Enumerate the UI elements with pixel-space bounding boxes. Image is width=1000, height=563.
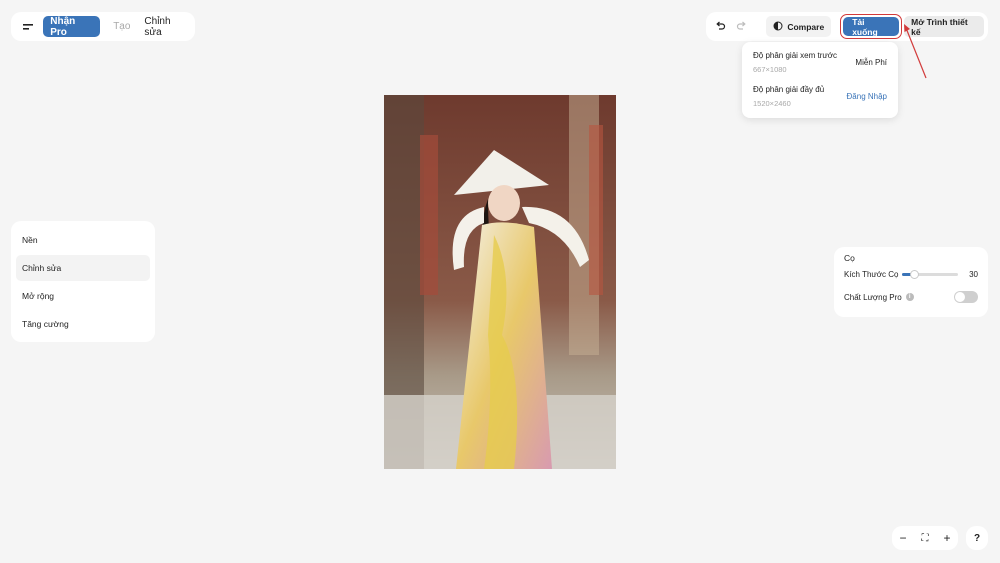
zoom-controls: − ⛶ + [892,526,958,550]
download-option-full[interactable]: Độ phân giải đầy đủ 1520×2460 Đăng Nhập [753,85,887,108]
option-title: Độ phân giải xem trước [753,51,837,60]
undo-icon[interactable] [710,16,731,38]
option-title: Độ phân giải đầy đủ [753,85,825,94]
annotation-arrow-icon [904,24,927,79]
top-left-toolbar: Nhận Pro Tạo Chỉnh sửa [11,12,195,41]
tab-edit[interactable]: Chỉnh sửa [144,16,189,38]
toggle-knob [955,292,965,302]
get-pro-button[interactable]: Nhận Pro [43,16,101,38]
sidebar-item-edit[interactable]: Chỉnh sửa [16,255,150,281]
top-right-toolbar: Compare Tải xuống Mở Trình thiết kế [706,12,988,41]
option-resolution: 667×1080 [753,65,787,74]
menu-icon[interactable] [17,16,38,38]
sidebar-item-enhance[interactable]: Tăng cường [16,311,150,337]
help-button[interactable]: ? [966,526,988,550]
redo-icon[interactable] [731,16,752,38]
option-resolution: 1520×2460 [753,99,791,108]
fit-screen-icon[interactable]: ⛶ [921,533,928,544]
pro-quality-toggle[interactable] [954,291,978,303]
brush-size-slider[interactable] [902,270,959,279]
compare-icon [773,21,783,33]
sidebar-item-background[interactable]: Nền [16,227,150,253]
brush-size-row: Kích Thước Cọ 30 [844,270,978,279]
brush-title: Cọ [844,253,855,263]
compare-button[interactable]: Compare [766,16,832,37]
zoom-out-icon[interactable]: − [899,531,906,545]
compare-label: Compare [787,21,825,32]
slider-handle[interactable] [909,270,919,279]
login-link[interactable]: Đăng Nhập [847,92,887,101]
left-sidebar: Nền Chỉnh sửa Mở rộng Tăng cường [11,221,155,342]
download-menu: Độ phân giải xem trước 667×1080 Miễn Phí… [742,42,898,118]
canvas-image[interactable] [384,95,616,469]
info-icon[interactable]: i [905,293,914,301]
tab-create[interactable]: Tạo [113,21,130,32]
download-option-preview[interactable]: Độ phân giải xem trước 667×1080 Miễn Phí [753,51,887,74]
sidebar-item-expand[interactable]: Mở rộng [16,283,150,309]
download-highlight: Tải xuống [840,14,903,39]
pro-quality-label: Chất Lượng Pro [844,292,902,302]
zoom-in-icon[interactable]: + [943,531,950,545]
brush-size-value: 30 [969,270,978,279]
brush-panel: Cọ Kích Thước Cọ 30 Chất Lượng Pro i [834,247,988,317]
pro-quality-row: Chất Lượng Pro i [844,291,978,303]
download-button[interactable]: Tải xuống [843,17,900,37]
brush-size-label: Kích Thước Cọ [844,270,899,279]
option-free-label: Miễn Phí [855,58,887,67]
